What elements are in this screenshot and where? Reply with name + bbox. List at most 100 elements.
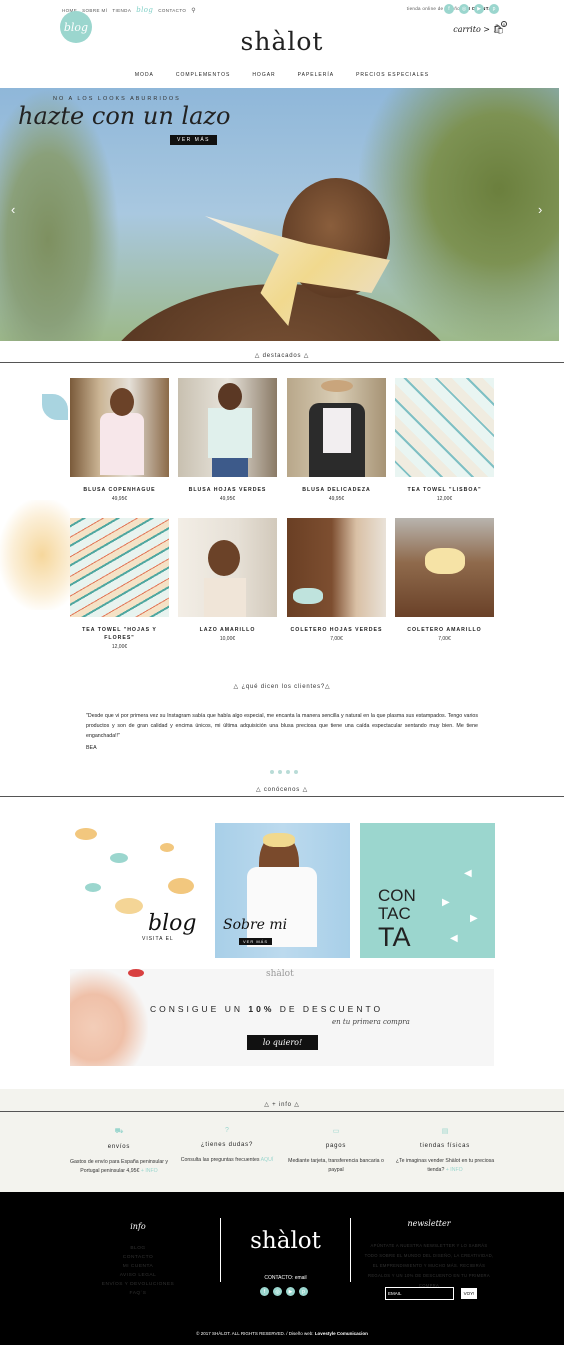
carousel-dot[interactable] (286, 770, 290, 774)
product-card[interactable]: COLETERO HOJAS VERDES 7,00€ (287, 518, 386, 642)
product-name[interactable]: TEA TOWEL "LISBOA" (395, 486, 494, 494)
product-name[interactable]: BLUSA COPENHAGUE (70, 486, 169, 494)
footer-newsletter-title: newsletter (407, 1219, 451, 1228)
info-heading: ¿tienes dudas? (200, 1142, 254, 1148)
newsletter-submit-button[interactable]: VOY! (461, 1288, 477, 1299)
leaf-decoration (160, 843, 174, 852)
product-image[interactable] (70, 378, 169, 477)
product-card[interactable]: TEA TOWEL "LISBOA" 12,00€ (395, 378, 494, 502)
product-image[interactable] (287, 518, 386, 617)
product-name[interactable]: BLUSA HOJAS VERDES (178, 486, 277, 494)
instagram-icon[interactable]: ◎ (459, 4, 469, 14)
product-card[interactable]: TEA TOWEL "HOJAS Y FLORES" 12,00€ (70, 518, 169, 650)
pinterest-icon[interactable]: p (299, 1287, 308, 1296)
hero-button[interactable]: VER MÁS (170, 135, 218, 145)
pinterest-icon[interactable]: p (489, 4, 499, 14)
nav-moda[interactable]: MODA (135, 72, 154, 78)
product-card[interactable]: BLUSA DELICADEZA 49,95€ (287, 378, 386, 502)
footer-divider (350, 1218, 351, 1282)
top-nav-tienda[interactable]: TIENDA (112, 8, 131, 13)
product-card[interactable]: BLUSA HOJAS VERDES 49,95€ (178, 378, 277, 502)
footer-link-envios[interactable]: ENVÍOS Y DEVOLUCIONES (100, 1280, 176, 1289)
footer-logo[interactable]: shàlot (222, 1228, 349, 1254)
featured-title: △ destacados △ (254, 353, 310, 359)
credit-link[interactable]: Lovestyle Comunicacion (315, 1331, 368, 1336)
info-link[interactable]: AQUÍ (261, 1157, 274, 1163)
info-col-dudas: ? ¿tienes dudas? Consulta las preguntas … (172, 1127, 282, 1165)
sobre-mi-tile[interactable]: Sobre mi VER MÁS (215, 823, 350, 958)
footer-link-faqs[interactable]: FAQ´s (100, 1289, 176, 1298)
leaf-decoration (168, 878, 194, 894)
footer-link-aviso-legal[interactable]: AVISO LEGAL (100, 1271, 176, 1280)
product-image[interactable] (395, 378, 494, 477)
blog-tile-sub: VISITA EL (142, 936, 174, 942)
top-nav-blog[interactable]: blog (136, 6, 153, 14)
info-text-body: Mediante tarjeta, transferencia bancaria… (288, 1158, 384, 1173)
scrunchie (425, 548, 465, 574)
product-image[interactable] (178, 518, 277, 617)
leaf-decoration (0, 500, 70, 610)
product-card[interactable]: BLUSA COPENHAGUE 49,95€ (70, 378, 169, 502)
model-head (110, 388, 134, 416)
product-image[interactable] (178, 378, 277, 477)
footer-link-contacto[interactable]: CONTACTO (100, 1253, 176, 1262)
facebook-icon[interactable]: f (260, 1287, 269, 1296)
info-link[interactable]: + INFO (446, 1167, 463, 1173)
carousel-dots (270, 770, 298, 774)
product-image[interactable] (287, 378, 386, 477)
page: HOME SOBRE MÍ TIENDA blog CONTACTO ⚲ tie… (0, 0, 564, 1345)
search-icon[interactable]: ⚲ (191, 7, 196, 14)
nav-hogar[interactable]: HOGAR (252, 72, 275, 78)
product-name[interactable]: COLETERO AMARILLO (395, 626, 494, 634)
triangle-icon: ◀ (464, 868, 472, 879)
product-name[interactable]: COLETERO HOJAS VERDES (287, 626, 386, 634)
youtube-icon[interactable]: ▶ (286, 1287, 295, 1296)
sobre-tile-heading: Sobre mi (223, 917, 288, 933)
chevron-right-icon[interactable]: › (538, 202, 542, 217)
sobre-tile-button[interactable]: VER MÁS (239, 938, 273, 945)
nav-complementos[interactable]: COMPLEMENTOS (176, 72, 230, 78)
nav-precios-especiales[interactable]: PRECIOS ESPECIALES (356, 72, 429, 78)
blog-tile-heading: blog (148, 911, 197, 936)
product-price: 7,00€ (330, 636, 343, 642)
product-name[interactable]: LAZO AMARILLO (178, 626, 277, 634)
facebook-icon[interactable]: f (444, 4, 454, 14)
footer-link-blog[interactable]: BLOG (100, 1244, 176, 1253)
email-field[interactable]: EMAIL (385, 1287, 454, 1300)
contact-tile-line: TA (378, 922, 411, 952)
hero-bg-tree-right (359, 88, 559, 341)
footer-info-title: info (130, 1222, 146, 1231)
nav-papeleria[interactable]: PAPELERÍA (298, 72, 334, 78)
carousel-dot[interactable] (294, 770, 298, 774)
product-card[interactable]: LAZO AMARILLO 10,00€ (178, 518, 277, 642)
cart-label: carrito (453, 25, 481, 34)
promo-button[interactable]: lo quiero! (247, 1035, 318, 1050)
info-link[interactable]: + INFO (141, 1168, 158, 1174)
top-nav-contacto[interactable]: CONTACTO (158, 8, 186, 13)
product-price: 49,95€ (219, 496, 236, 502)
info-col-envios: ⛟ envíos Gastos de envío para España pen… (64, 1127, 174, 1176)
footer-contact[interactable]: CONTACTO: email (222, 1275, 349, 1281)
cart-link[interactable]: carrito > 🛍 (453, 25, 504, 35)
chevron-left-icon[interactable]: ‹ (11, 202, 15, 217)
carousel-dot[interactable] (278, 770, 282, 774)
contact-tile[interactable]: CON TAC TA ◀ ▶ ▶ ◀ (360, 823, 495, 958)
footer-link-mi-cuenta[interactable]: MI CUENTA (100, 1262, 176, 1271)
product-jeans (212, 458, 248, 477)
truck-icon: ⛟ (114, 1128, 124, 1135)
top-nav-sobre-mi[interactable]: SOBRE MÍ (82, 8, 107, 13)
carousel-dot[interactable] (270, 770, 274, 774)
divider (0, 796, 564, 797)
product-name[interactable]: BLUSA DELICADEZA (287, 486, 386, 494)
product-image[interactable] (70, 518, 169, 617)
model-hat (321, 380, 353, 392)
blog-tile[interactable]: blog VISITA EL (70, 823, 205, 958)
discount-banner[interactable]: shàlot CONSIGUE UN 10% DE DESCUENTO en t… (70, 969, 494, 1066)
instagram-icon[interactable]: ◎ (273, 1287, 282, 1296)
leaf-decoration (110, 853, 128, 863)
product-name[interactable]: TEA TOWEL "HOJAS Y FLORES" (70, 626, 169, 642)
product-image[interactable] (395, 518, 494, 617)
promo-headline-pct: 10% (248, 1004, 275, 1014)
product-card[interactable]: COLETERO AMARILLO 7,00€ (395, 518, 494, 642)
youtube-icon[interactable]: ▶ (474, 4, 484, 14)
